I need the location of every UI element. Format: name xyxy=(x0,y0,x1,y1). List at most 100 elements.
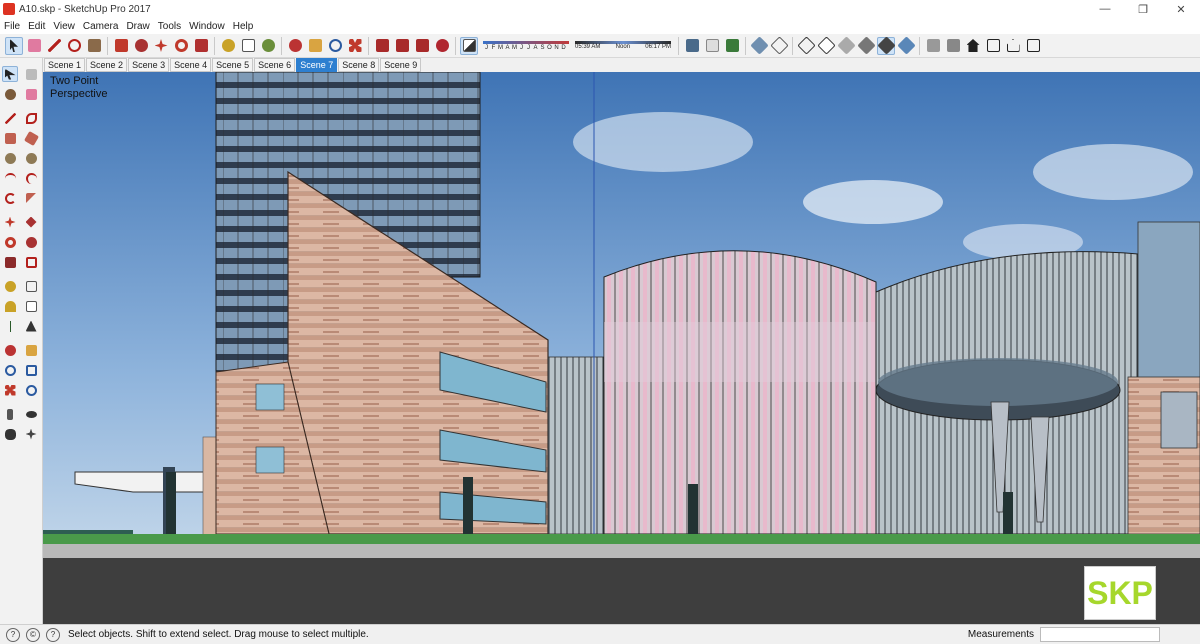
pushpull-tool[interactable] xyxy=(23,214,39,230)
menu-window[interactable]: Window xyxy=(185,21,229,32)
pie-tool[interactable] xyxy=(23,190,39,206)
eraser-tool[interactable] xyxy=(23,86,39,102)
line-tool[interactable] xyxy=(2,110,18,126)
scene-tab-8[interactable]: Scene 8 xyxy=(338,58,380,72)
freehand-tool[interactable] xyxy=(23,110,39,126)
offset-tool[interactable] xyxy=(23,254,39,270)
menu-view[interactable]: View xyxy=(49,21,79,32)
scene-tab-9[interactable]: Scene 9 xyxy=(380,58,422,72)
minimize-button[interactable]: — xyxy=(1086,0,1124,18)
section-plane-button[interactable] xyxy=(683,37,701,55)
text-tool[interactable] xyxy=(23,298,39,314)
zoom-tool[interactable] xyxy=(2,362,18,378)
zoom-tool-button[interactable] xyxy=(326,37,344,55)
share-model-button[interactable] xyxy=(393,37,411,55)
select-tool[interactable] xyxy=(2,66,18,82)
menu-tools[interactable]: Tools xyxy=(154,21,185,32)
followme-tool[interactable] xyxy=(23,234,39,250)
dimension-tool[interactable] xyxy=(23,278,39,294)
scene-tab-7[interactable]: Scene 7 xyxy=(296,58,338,72)
close-button[interactable]: ✕ xyxy=(1162,0,1200,18)
menu-file[interactable]: File xyxy=(0,21,24,32)
textured-style-button[interactable] xyxy=(856,36,876,55)
orbit-tool-button[interactable] xyxy=(286,37,304,55)
walk-tool[interactable] xyxy=(2,426,18,442)
position-camera-tool[interactable] xyxy=(2,406,18,422)
measurements-input[interactable] xyxy=(1040,627,1160,642)
menu-camera[interactable]: Camera xyxy=(79,21,123,32)
circle-tool[interactable] xyxy=(2,150,18,166)
hidden-line-style-button[interactable] xyxy=(816,36,836,55)
shaded-style-button[interactable] xyxy=(836,36,856,55)
warehouse-button[interactable] xyxy=(373,37,391,55)
wireframe-style-button[interactable] xyxy=(796,36,816,55)
color-style-button[interactable] xyxy=(896,36,916,55)
menu-draw[interactable]: Draw xyxy=(122,21,153,32)
scene-tab-5[interactable]: Scene 5 xyxy=(212,58,254,72)
select-tool-button[interactable] xyxy=(5,36,23,55)
date-slider[interactable] xyxy=(483,40,569,44)
tape-measure-tool[interactable] xyxy=(2,278,18,294)
shadows-toggle-button[interactable] xyxy=(460,36,478,55)
credits-icon[interactable]: © xyxy=(26,627,40,642)
line-tool-button[interactable] xyxy=(45,37,63,55)
previous-view-tool[interactable] xyxy=(23,382,39,398)
extension-warehouse-button[interactable] xyxy=(433,37,451,55)
3d-text-tool[interactable] xyxy=(23,318,39,334)
geolocation-icon[interactable]: ? xyxy=(6,627,20,642)
axes-tool[interactable] xyxy=(2,318,18,334)
move-tool-button[interactable] xyxy=(152,37,170,55)
followme-tool-button[interactable] xyxy=(132,37,150,55)
back-view-button[interactable] xyxy=(1004,37,1022,55)
menu-help[interactable]: Help xyxy=(229,21,258,32)
menu-edit[interactable]: Edit xyxy=(24,21,49,32)
move-tool[interactable] xyxy=(2,214,18,230)
scene-tab-1[interactable]: Scene 1 xyxy=(44,58,86,72)
model-viewport[interactable]: Two Point Perspective SKP xyxy=(43,72,1200,624)
scene-tab-6[interactable]: Scene 6 xyxy=(254,58,296,72)
maximize-button[interactable]: ❐ xyxy=(1124,0,1162,18)
two-point-arc-tool[interactable] xyxy=(23,170,39,186)
iso-view-button[interactable] xyxy=(924,37,942,55)
scale-tool-button[interactable] xyxy=(192,37,210,55)
rotate-tool-button[interactable] xyxy=(172,37,190,55)
back-edges-button[interactable] xyxy=(769,36,789,55)
polygon-tool[interactable] xyxy=(23,150,39,166)
xray-style-button[interactable] xyxy=(749,36,769,55)
shape-tool-button[interactable] xyxy=(65,37,83,55)
pan-tool[interactable] xyxy=(23,342,39,358)
paint-tool-button[interactable] xyxy=(85,37,103,55)
share-component-button[interactable] xyxy=(413,37,431,55)
instructor-icon[interactable]: ? xyxy=(46,627,60,642)
rectangle-tool[interactable] xyxy=(2,130,18,146)
scale-tool[interactable] xyxy=(2,254,18,270)
make-component-tool[interactable] xyxy=(23,66,39,82)
scene-tab-3[interactable]: Scene 3 xyxy=(128,58,170,72)
eraser-tool-button[interactable] xyxy=(25,37,43,55)
zoom-extents-button[interactable] xyxy=(346,37,364,55)
front-view-button[interactable] xyxy=(964,37,982,55)
paint-bucket-tool[interactable] xyxy=(2,86,18,102)
right-view-button[interactable] xyxy=(984,37,1002,55)
top-view-button[interactable] xyxy=(944,37,962,55)
left-view-button[interactable] xyxy=(1024,37,1042,55)
section-plane-tool[interactable] xyxy=(23,426,39,442)
protractor-tool[interactable] xyxy=(2,298,18,314)
monochrome-style-button[interactable] xyxy=(876,36,896,55)
axes-tool-button[interactable] xyxy=(259,37,277,55)
arc-tool[interactable] xyxy=(2,170,18,186)
rotate-tool[interactable] xyxy=(2,234,18,250)
look-around-tool[interactable] xyxy=(23,406,39,422)
pan-tool-button[interactable] xyxy=(306,37,324,55)
scene-tab-2[interactable]: Scene 2 xyxy=(86,58,128,72)
three-point-arc-tool[interactable] xyxy=(2,190,18,206)
tape-tool-button[interactable] xyxy=(219,37,237,55)
section-display-button[interactable] xyxy=(703,37,721,55)
orbit-tool[interactable] xyxy=(2,342,18,358)
pushpull-tool-button[interactable] xyxy=(112,37,130,55)
text-tool-button[interactable] xyxy=(239,37,257,55)
rotated-rectangle-tool[interactable] xyxy=(23,130,39,146)
zoom-extents-tool[interactable] xyxy=(2,382,18,398)
zoom-window-tool[interactable] xyxy=(23,362,39,378)
section-cut-button[interactable] xyxy=(723,37,741,55)
